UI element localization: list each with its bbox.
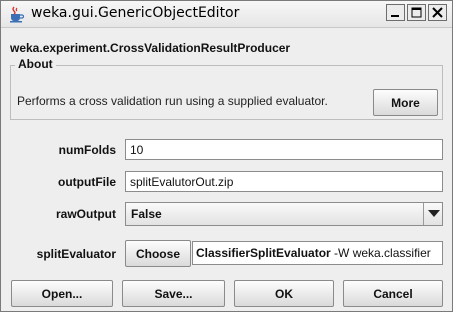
dropdown-divider — [423, 203, 424, 225]
split-evaluator-options: -W weka.classifier — [330, 246, 431, 260]
about-description: Performs a cross validation run using a … — [17, 94, 328, 108]
window-title: weka.gui.GenericObjectEditor — [31, 5, 240, 21]
choose-button[interactable]: Choose — [125, 240, 191, 267]
raw-output-dropdown[interactable]: False — [125, 202, 443, 226]
cancel-button[interactable]: Cancel — [343, 280, 443, 307]
split-evaluator-class: ClassifierSplitEvaluator — [196, 246, 331, 260]
ok-button[interactable]: OK — [234, 280, 334, 307]
split-evaluator-label: splitEvaluator — [36, 247, 116, 261]
save-button[interactable]: Save... — [122, 280, 225, 307]
chevron-down-icon[interactable] — [428, 210, 440, 218]
close-button[interactable] — [428, 4, 447, 21]
close-icon — [432, 7, 443, 18]
num-folds-label: numFolds — [58, 143, 116, 157]
about-panel-title: About — [15, 57, 56, 71]
minimize-button[interactable] — [386, 4, 405, 21]
minimize-icon — [391, 15, 399, 17]
object-class-name: weka.experiment.CrossValidationResultPro… — [10, 41, 291, 55]
java-coffee-icon — [7, 5, 25, 23]
output-file-field[interactable]: splitEvalutorOut.zip — [125, 171, 443, 192]
num-folds-field[interactable]: 10 — [125, 139, 443, 160]
maximize-icon — [411, 7, 422, 18]
more-button[interactable]: More — [373, 89, 438, 116]
output-file-label: outputFile — [58, 175, 116, 189]
open-button[interactable]: Open... — [11, 280, 113, 307]
raw-output-label: rawOutput — [56, 207, 116, 221]
maximize-button[interactable] — [407, 4, 426, 21]
raw-output-value: False — [131, 207, 162, 221]
title-bar[interactable]: weka.gui.GenericObjectEditor — [1, 1, 452, 28]
split-evaluator-value[interactable]: ClassifierSplitEvaluator -W weka.classif… — [192, 241, 443, 265]
generic-object-editor-window: weka.gui.GenericObjectEditor weka.experi… — [0, 0, 453, 312]
